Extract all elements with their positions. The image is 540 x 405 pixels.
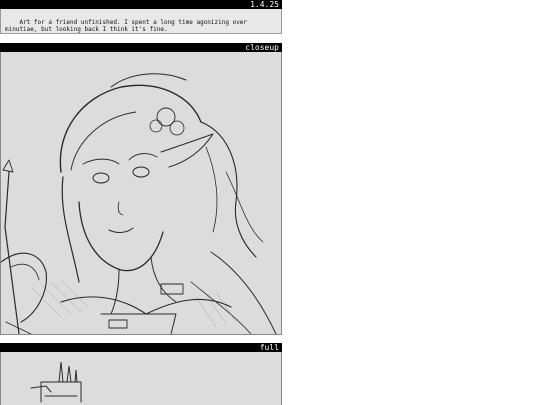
caption-box: Art for a friend unfinished. I spent a l… <box>0 9 282 34</box>
closeup-image[interactable] <box>0 52 282 335</box>
full-label: full <box>259 343 279 352</box>
version-bar: 1.4.25 <box>0 0 282 9</box>
closeup-sketch <box>1 52 281 334</box>
full-image[interactable] <box>0 352 282 405</box>
closeup-label: closeup <box>245 43 279 52</box>
full-sketch <box>1 352 281 405</box>
caption-text: Art for a friend unfinished. I spent a l… <box>5 19 251 33</box>
page: 1.4.25 Art for a friend unfinished. I sp… <box>0 0 540 405</box>
full-bar: full <box>0 343 282 352</box>
closeup-bar: closeup <box>0 43 282 52</box>
version-label: 1.4.25 <box>250 0 279 9</box>
